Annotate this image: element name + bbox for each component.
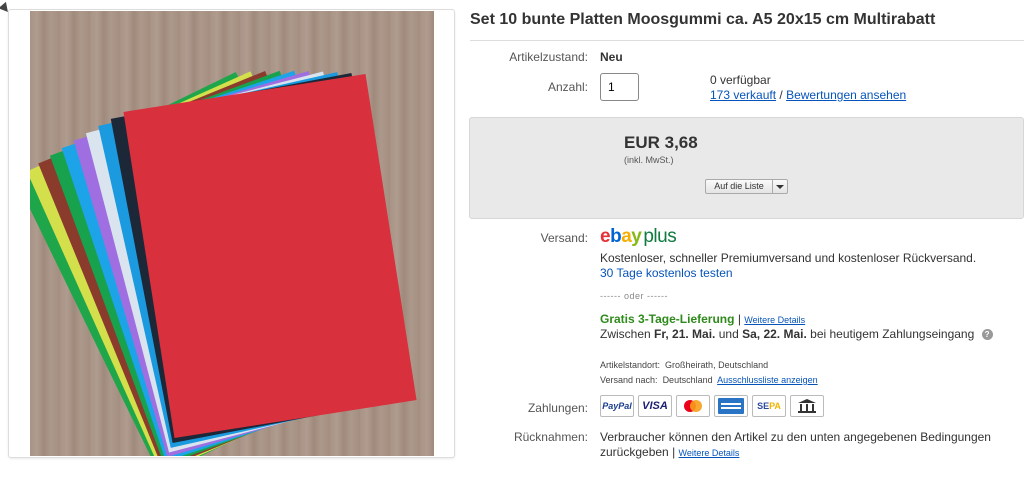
payment-methods: PayPal VISA SE PA [600, 395, 824, 417]
free-delivery-text: Gratis 3-Tage-Lieferung [600, 312, 735, 326]
condition-value: Neu [600, 50, 623, 64]
payments-label: Zahlungen: [527, 401, 588, 415]
ebay-wordmark: ebay [600, 226, 642, 247]
delivery-details-link[interactable]: Weitere Details [744, 315, 805, 325]
free-delivery-line: Gratis 3-Tage-Lieferung | Weitere Detail… [600, 312, 805, 326]
paypal-icon: PayPal [600, 395, 634, 417]
location-value: Großheirath, Deutschland [665, 360, 769, 370]
amex-icon [714, 395, 748, 417]
shipping-label: Versand: [540, 231, 588, 245]
sold-reviews-line: 173 verkauft / Bewertungen ansehen [710, 88, 906, 102]
sold-reviews-separator: / [779, 88, 783, 102]
product-title: Set 10 bunte Platten Moosgummi ca. A5 20… [470, 11, 936, 28]
returns-details-link[interactable]: Weitere Details [679, 448, 740, 458]
quantity-label: Anzahl: [547, 80, 588, 94]
location-label: Artikelstandort: [600, 360, 661, 370]
or-separator: ------ oder ------ [600, 291, 668, 301]
ebay-plus-logo: ebay plus [600, 226, 677, 248]
help-icon[interactable]: ? [981, 329, 993, 341]
product-image-frame[interactable] [8, 9, 455, 458]
returns-label: Rücknahmen: [513, 430, 588, 444]
product-photo[interactable] [30, 11, 434, 456]
ships-to-value: Deutschland [662, 375, 713, 385]
between-text: Zwischen [600, 327, 651, 341]
sepa-se: SE [757, 401, 770, 411]
price-amount: EUR 3,68 [624, 133, 698, 152]
foam-sheets-illustration [30, 70, 417, 456]
ships-to-label: Versand nach: [600, 375, 658, 385]
exclusion-list-link[interactable]: Ausschlussliste anzeigen [717, 375, 818, 385]
shipping-description: Kostenloser, schneller Premiumversand un… [600, 251, 977, 265]
sold-count-link[interactable]: 173 verkauft [710, 88, 776, 102]
item-location-line: Artikelstandort: Großheirath, Deutschlan… [600, 360, 768, 370]
ships-to-line: Versand nach: Deutschland Ausschlusslist… [600, 375, 818, 385]
visa-icon: VISA [638, 395, 672, 417]
ebay-letter: e [600, 226, 611, 247]
ebay-letter: b [610, 226, 622, 247]
trial-link[interactable]: 30 Tage kostenlos testen [600, 266, 733, 280]
quantity-input[interactable] [600, 73, 639, 101]
plus-wordmark: plus [643, 226, 677, 247]
returns-separator: | [672, 445, 676, 459]
sepa-pa: PA [769, 401, 781, 411]
foam-sheet [123, 74, 417, 438]
watchlist-button-label: Auf die Liste [706, 180, 773, 193]
payment-note: bei heutigem Zahlungseingang [810, 327, 975, 341]
price-panel [469, 117, 1024, 219]
free-delivery-separator: | [737, 312, 741, 326]
returns-text-block: Verbraucher können den Artikel zu den un… [600, 430, 1000, 461]
tax-note: (inkl. MwSt.) [624, 155, 674, 165]
sepa-icon: SE PA [752, 395, 786, 417]
ebay-letter: a [621, 226, 632, 247]
date-from: Fr, 21. Mai. [654, 327, 716, 341]
bank-transfer-icon [790, 395, 824, 417]
ebay-letter: y [631, 226, 642, 247]
mastercard-icon [676, 395, 710, 417]
available-count: 0 verfügbar [710, 73, 771, 87]
condition-label: Artikelzustand: [509, 50, 588, 64]
watchlist-dropdown-caret-icon[interactable] [773, 180, 787, 193]
date-to: Sa, 22. Mai. [742, 327, 807, 341]
reviews-link[interactable]: Bewertungen ansehen [786, 88, 906, 102]
title-divider [470, 40, 1024, 41]
and-text: und [718, 327, 739, 341]
add-to-watchlist-button[interactable]: Auf die Liste [705, 179, 788, 194]
returns-text: Verbraucher können den Artikel zu den un… [600, 430, 991, 459]
delivery-date-line: Zwischen Fr, 21. Mai. und Sa, 22. Mai. b… [600, 327, 993, 341]
